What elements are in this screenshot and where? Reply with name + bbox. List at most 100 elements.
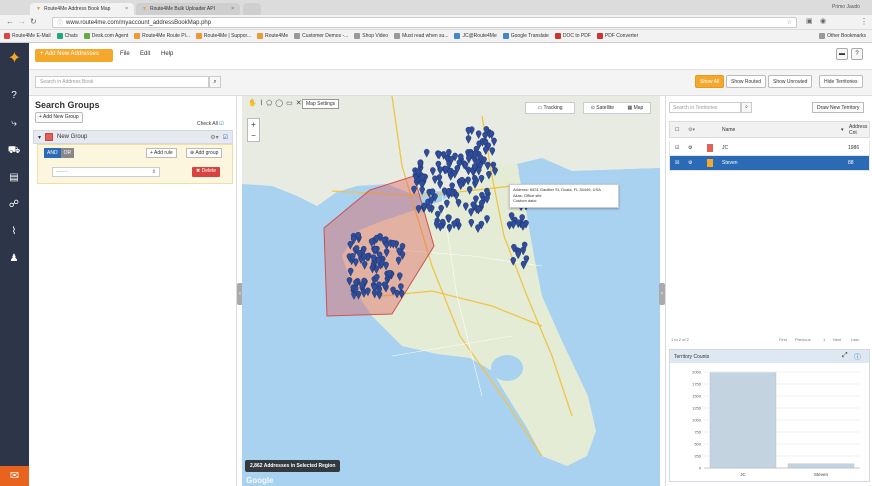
url-field[interactable]: ⓘ www.route4me.com/myaccount_addressBook…: [52, 17, 797, 28]
hide-territories-button[interactable]: Hide Territories: [819, 75, 863, 88]
reload-icon[interactable]: ↻: [30, 17, 37, 26]
show-unrouted-button[interactable]: Show Unrouted: [768, 75, 813, 88]
extension-icon[interactable]: ◉: [820, 17, 826, 25]
file-menu[interactable]: File: [120, 51, 130, 57]
info-icon[interactable]: ⓘ: [854, 352, 861, 362]
help-menu[interactable]: Help: [161, 51, 173, 57]
address-marker[interactable]: [419, 186, 425, 196]
group-header[interactable]: ▾ New Group ⚙▾ ☑: [33, 130, 233, 144]
zoom-in-button[interactable]: +: [248, 119, 259, 130]
edit-menu[interactable]: Edit: [140, 51, 150, 57]
new-tab-button[interactable]: [243, 3, 261, 15]
checkbox-icon[interactable]: ☑: [675, 145, 679, 151]
territory-row[interactable]: ☒ ⚙ Steven 88: [669, 156, 870, 171]
bookmark-item[interactable]: Google Translate: [502, 33, 549, 39]
hand-tool-icon[interactable]: ✋: [248, 99, 257, 107]
add-new-addresses-button[interactable]: + Add New Addresses: [35, 49, 113, 62]
expand-icon[interactable]: ⤢: [842, 352, 848, 360]
search-icon[interactable]: ⌕: [741, 102, 752, 113]
count-column-header[interactable]: Address Cnt: [849, 124, 869, 136]
delete-rule-button[interactable]: ✖ Delete: [192, 167, 221, 177]
name-column-header[interactable]: Name: [722, 127, 735, 133]
zoom-out-button[interactable]: −: [248, 130, 259, 141]
back-icon[interactable]: ←: [6, 17, 14, 26]
gear-icon[interactable]: ⚙: [688, 145, 692, 151]
add-subgroup-button[interactable]: ⊕ Add group: [186, 148, 223, 158]
bookmark-item[interactable]: Route4Me Route Pl...: [134, 33, 190, 39]
show-routed-button[interactable]: Show Routed: [726, 75, 767, 88]
browser-menu-icon[interactable]: ⋮: [860, 17, 868, 26]
clear-tool-icon[interactable]: ✕: [296, 99, 302, 107]
circle-tool-icon[interactable]: ◯: [275, 99, 283, 107]
collapse-icon[interactable]: ▾: [38, 134, 41, 141]
bookmark-item[interactable]: JC@Route4Me: [454, 33, 497, 39]
previous-page-link[interactable]: Previous: [795, 337, 811, 342]
bookmark-item[interactable]: Chats: [56, 33, 78, 39]
tracking-button[interactable]: ▭ Tracking: [525, 102, 575, 114]
checkbox-icon[interactable]: ☑: [219, 121, 223, 127]
next-page-link[interactable]: Next: [833, 337, 841, 342]
territory-row[interactable]: ☑ ⚙ JC 1986: [669, 141, 870, 156]
bookmark-item[interactable]: Other Bookmarks: [819, 33, 866, 39]
bookmark-item[interactable]: Customer Demos -...: [294, 33, 348, 39]
territories-search-input[interactable]: Search in Territories: [669, 102, 741, 113]
team-icon[interactable]: ☍: [5, 199, 23, 213]
bookmark-item[interactable]: Shop Video: [354, 33, 388, 39]
analytics-icon[interactable]: ⌇: [5, 226, 23, 240]
chat-icon[interactable]: ✉: [0, 466, 29, 486]
profile-name[interactable]: Primo Jaudo: [832, 4, 860, 10]
territory-color-swatch[interactable]: [707, 159, 713, 167]
help-icon[interactable]: ?: [851, 48, 863, 60]
help-icon[interactable]: ?: [5, 90, 23, 104]
territory-color-swatch[interactable]: [707, 144, 713, 152]
rectangle-tool-icon[interactable]: ▭: [286, 99, 293, 107]
address-book-icon[interactable]: ▤: [5, 172, 23, 186]
check-all-toggle[interactable]: Check All ☑: [197, 121, 224, 127]
map-button[interactable]: ▦ Map: [627, 105, 643, 111]
forward-icon[interactable]: →: [18, 17, 26, 26]
cart-icon[interactable]: ⛟: [5, 145, 23, 159]
group-color-swatch[interactable]: [45, 133, 54, 141]
gear-icon[interactable]: ⚙▾: [688, 127, 695, 133]
add-new-group-button[interactable]: + Add New Group: [35, 112, 83, 123]
first-page-link[interactable]: First: [779, 337, 787, 342]
extension-icon[interactable]: ▣: [806, 17, 813, 25]
bookmark-item[interactable]: PDF Converter: [596, 33, 638, 39]
rule-field-select[interactable]: ------- ⇕: [52, 167, 160, 177]
address-map[interactable]: ✋ ⌇ ⬠ ◯ ▭ ✕ Map Settings + − ▭ Tracking …: [242, 96, 660, 486]
and-or-toggle[interactable]: AND OR: [44, 148, 75, 158]
close-tab-icon[interactable]: ×: [125, 6, 128, 12]
sort-icon[interactable]: ▾: [841, 127, 844, 133]
last-page-link[interactable]: Last: [851, 337, 859, 342]
show-all-button[interactable]: Show All: [695, 75, 725, 88]
bookmark-item[interactable]: Route4Me E-Mail: [4, 33, 51, 39]
comments-icon[interactable]: ▬: [836, 48, 848, 60]
bookmark-item[interactable]: Must read when su...: [394, 33, 448, 39]
address-info-window[interactable]: Address: 6531 Gaultier St, Ocala, FL 344…: [509, 184, 619, 208]
map-canvas[interactable]: [242, 96, 660, 486]
bookmark-item[interactable]: DOC to PDF: [554, 33, 591, 39]
bookmark-item[interactable]: Route4Me | Suppor...: [195, 33, 251, 39]
polygon-tool-icon[interactable]: ⬠: [266, 99, 272, 107]
bookmark-item[interactable]: Route4Me: [257, 33, 288, 39]
gear-icon[interactable]: ⚙: [688, 160, 692, 166]
gear-icon[interactable]: ⚙▾: [210, 134, 218, 141]
bookmark-star-icon[interactable]: ☆: [787, 19, 792, 26]
checkbox-icon[interactable]: ☐: [675, 127, 679, 133]
tab-bulk-uploader[interactable]: ▼ Route4Me Bulk Uploader API ×: [136, 3, 240, 15]
users-icon[interactable]: ♟: [5, 253, 23, 267]
checkbox-icon[interactable]: ☒: [675, 160, 679, 166]
route4me-logo-icon[interactable]: ✦: [0, 45, 29, 71]
or-button[interactable]: OR: [60, 148, 75, 158]
polyline-tool-icon[interactable]: ⌇: [260, 99, 263, 107]
routes-icon[interactable]: ⤷: [5, 118, 23, 132]
satellite-button[interactable]: ⊙ Satellite: [591, 105, 614, 111]
map-settings-button[interactable]: Map Settings: [302, 99, 340, 109]
close-tab-icon[interactable]: ×: [231, 6, 234, 12]
and-button[interactable]: AND: [44, 148, 61, 158]
address-book-search-input[interactable]: Search in Address Book: [35, 76, 209, 88]
draw-new-territory-button[interactable]: Draw New Territory: [812, 102, 865, 113]
tab-address-book-map[interactable]: ▼ Route4Me Address Book Map ×: [30, 3, 134, 15]
bookmark-item[interactable]: Desk.com Agent: [83, 33, 128, 39]
search-icon[interactable]: ⌕: [209, 76, 221, 88]
